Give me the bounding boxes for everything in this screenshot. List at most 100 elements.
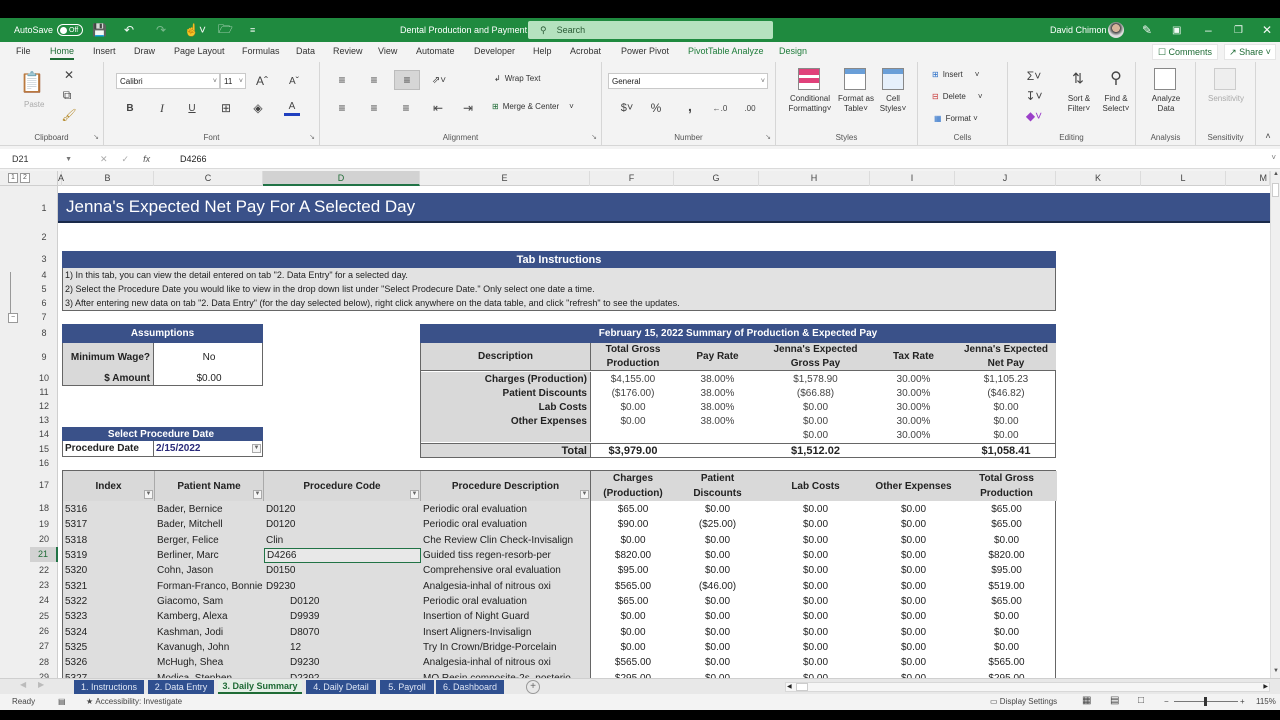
table-cell[interactable]: D0150 <box>264 563 421 578</box>
table-cell[interactable]: $0.00 <box>591 533 675 548</box>
restore-icon[interactable]: ❐ <box>1234 18 1243 42</box>
table-cell[interactable]: $0.00 <box>871 548 956 563</box>
sheet-tab-daily-detail[interactable]: 4. Daily Detail <box>306 680 376 694</box>
table-cell[interactable]: $0.00 <box>871 640 956 655</box>
pen-icon[interactable]: ✎ <box>1142 18 1152 42</box>
menu-data[interactable]: Data <box>296 46 315 56</box>
table-cell[interactable]: $0.00 <box>675 563 760 578</box>
table-cell[interactable]: $65.00 <box>956 502 1057 517</box>
table-cell[interactable]: 5322 <box>63 594 155 609</box>
column-header-g[interactable]: G <box>674 171 759 186</box>
table-cell[interactable]: $0.00 <box>760 625 871 640</box>
page-layout-view-icon[interactable]: ▤ <box>1110 695 1119 706</box>
row-header[interactable]: 27 <box>30 639 58 654</box>
row-header[interactable]: 22 <box>30 562 58 578</box>
cut-icon[interactable]: ✕ <box>62 68 76 82</box>
minimize-icon[interactable]: – <box>1205 18 1212 42</box>
row-header[interactable]: 23 <box>30 578 58 593</box>
table-cell[interactable]: D9939 <box>264 609 421 624</box>
comma-button[interactable]: , <box>682 98 698 114</box>
row-header[interactable]: 7 <box>30 310 58 324</box>
table-cell[interactable]: D9230 <box>264 655 421 670</box>
close-icon[interactable]: ✕ <box>1262 18 1272 42</box>
table-cell[interactable]: $565.00 <box>591 579 675 594</box>
merge-center-button[interactable]: ⊞ Merge & Center ˅ <box>492 102 574 111</box>
table-cell[interactable]: $0.00 <box>675 594 760 609</box>
share-button[interactable]: ↗ Share ˅ <box>1224 44 1276 60</box>
open-folder-icon[interactable]: 🗁 <box>218 18 233 42</box>
align-middle-icon[interactable]: ≡ <box>366 72 382 88</box>
table-cell[interactable]: $0.00 <box>760 640 871 655</box>
table-cell[interactable]: Bader, Bernice <box>155 502 264 517</box>
table-cell[interactable]: $0.00 <box>675 671 760 678</box>
row-header[interactable]: 29 <box>30 670 58 678</box>
touch-mode-icon[interactable]: ☝˅ <box>184 18 206 42</box>
table-cell[interactable]: Cohn, Jason <box>155 563 264 578</box>
table-cell[interactable]: MO Resin composite-2s, posterio <box>421 671 591 678</box>
filter-dropdown-icon[interactable]: ▼ <box>410 490 419 499</box>
menu-formulas[interactable]: Formulas <box>242 46 280 56</box>
filter-dropdown-icon[interactable]: ▼ <box>144 490 153 499</box>
row-header[interactable]: 8 <box>30 324 58 343</box>
align-left-icon[interactable]: ≡ <box>334 100 350 116</box>
copy-icon[interactable]: ⧉ <box>60 88 74 102</box>
table-cell[interactable]: 5325 <box>63 640 155 655</box>
table-cell[interactable]: $0.00 <box>675 533 760 548</box>
autosave-control[interactable]: AutoSave Off <box>14 18 84 42</box>
table-cell[interactable]: $0.00 <box>675 609 760 624</box>
sensitivity-button[interactable]: Sensitivity <box>1200 94 1252 104</box>
table-cell[interactable]: $0.00 <box>871 517 956 532</box>
row-header[interactable]: 15 <box>30 441 58 457</box>
table-cell[interactable]: $0.00 <box>591 640 675 655</box>
horizontal-scroll-thumb[interactable] <box>796 683 808 691</box>
row-header[interactable]: 21 <box>30 547 58 562</box>
customize-qat-icon[interactable]: ≡ <box>250 18 255 42</box>
outline-level-1[interactable]: 1 <box>8 173 18 183</box>
column-header-c[interactable]: C <box>154 171 263 186</box>
table-cell[interactable]: 5324 <box>63 625 155 640</box>
table-cell[interactable]: $90.00 <box>591 517 675 532</box>
table-cell[interactable]: Kashman, Jodi <box>155 625 264 640</box>
table-cell[interactable]: 5320 <box>63 563 155 578</box>
analyze-data-icon[interactable] <box>1154 68 1176 90</box>
collapse-ribbon-icon[interactable]: ˄ <box>1262 130 1274 142</box>
table-cell[interactable]: 5323 <box>63 609 155 624</box>
table-cell[interactable]: D0120 <box>264 594 421 609</box>
find-icon[interactable]: ⚲ <box>1104 66 1128 90</box>
display-settings-button[interactable]: ▭ Display Settings <box>990 697 1057 706</box>
table-cell[interactable]: $95.00 <box>591 563 675 578</box>
increase-indent-icon[interactable]: ⇥ <box>460 100 476 116</box>
conditional-formatting-button[interactable]: Conditional Formatting˅ <box>782 94 838 114</box>
align-right-icon[interactable]: ≡ <box>398 100 414 116</box>
orientation-icon[interactable]: ⇗˅ <box>428 72 450 88</box>
row-header[interactable]: 24 <box>30 593 58 608</box>
font-launcher-icon[interactable]: ↘ <box>309 133 315 141</box>
percent-button[interactable]: % <box>648 100 664 116</box>
table-cell[interactable]: 5321 <box>63 579 155 594</box>
row-header[interactable]: 16 <box>30 457 58 470</box>
table-cell[interactable]: $65.00 <box>956 517 1057 532</box>
table-cell[interactable]: Kamberg, Alexa <box>155 609 264 624</box>
bold-button[interactable]: B <box>122 100 138 116</box>
table-cell[interactable]: 5317 <box>63 517 155 532</box>
sheet-tab-instructions[interactable]: 1. Instructions <box>74 680 144 694</box>
format-painter-icon[interactable]: 🖌 <box>61 108 76 122</box>
row-header[interactable]: 13 <box>30 413 58 427</box>
alignment-launcher-icon[interactable]: ↘ <box>591 133 597 141</box>
currency-button[interactable]: $ ˅ <box>616 100 638 116</box>
table-cell[interactable]: $0.00 <box>871 563 956 578</box>
table-cell[interactable]: Insert Aligners-Invisalign <box>421 625 591 640</box>
table-cell[interactable]: $0.00 <box>871 594 956 609</box>
table-cell[interactable]: $0.00 <box>956 533 1057 548</box>
fill-icon[interactable]: ↧˅ <box>1022 88 1046 104</box>
table-cell[interactable]: $0.00 <box>675 548 760 563</box>
align-center-icon[interactable]: ≡ <box>366 100 382 116</box>
menu-help[interactable]: Help <box>533 46 552 56</box>
table-cell[interactable]: $65.00 <box>591 502 675 517</box>
row-header[interactable]: 5 <box>30 282 58 296</box>
undo-icon[interactable]: ↶ <box>124 18 134 42</box>
table-cell[interactable]: $0.00 <box>871 502 956 517</box>
table-cell[interactable]: $0.00 <box>675 625 760 640</box>
outline-level-2[interactable]: 2 <box>20 173 30 183</box>
table-cell[interactable]: Giacomo, Sam <box>155 594 264 609</box>
